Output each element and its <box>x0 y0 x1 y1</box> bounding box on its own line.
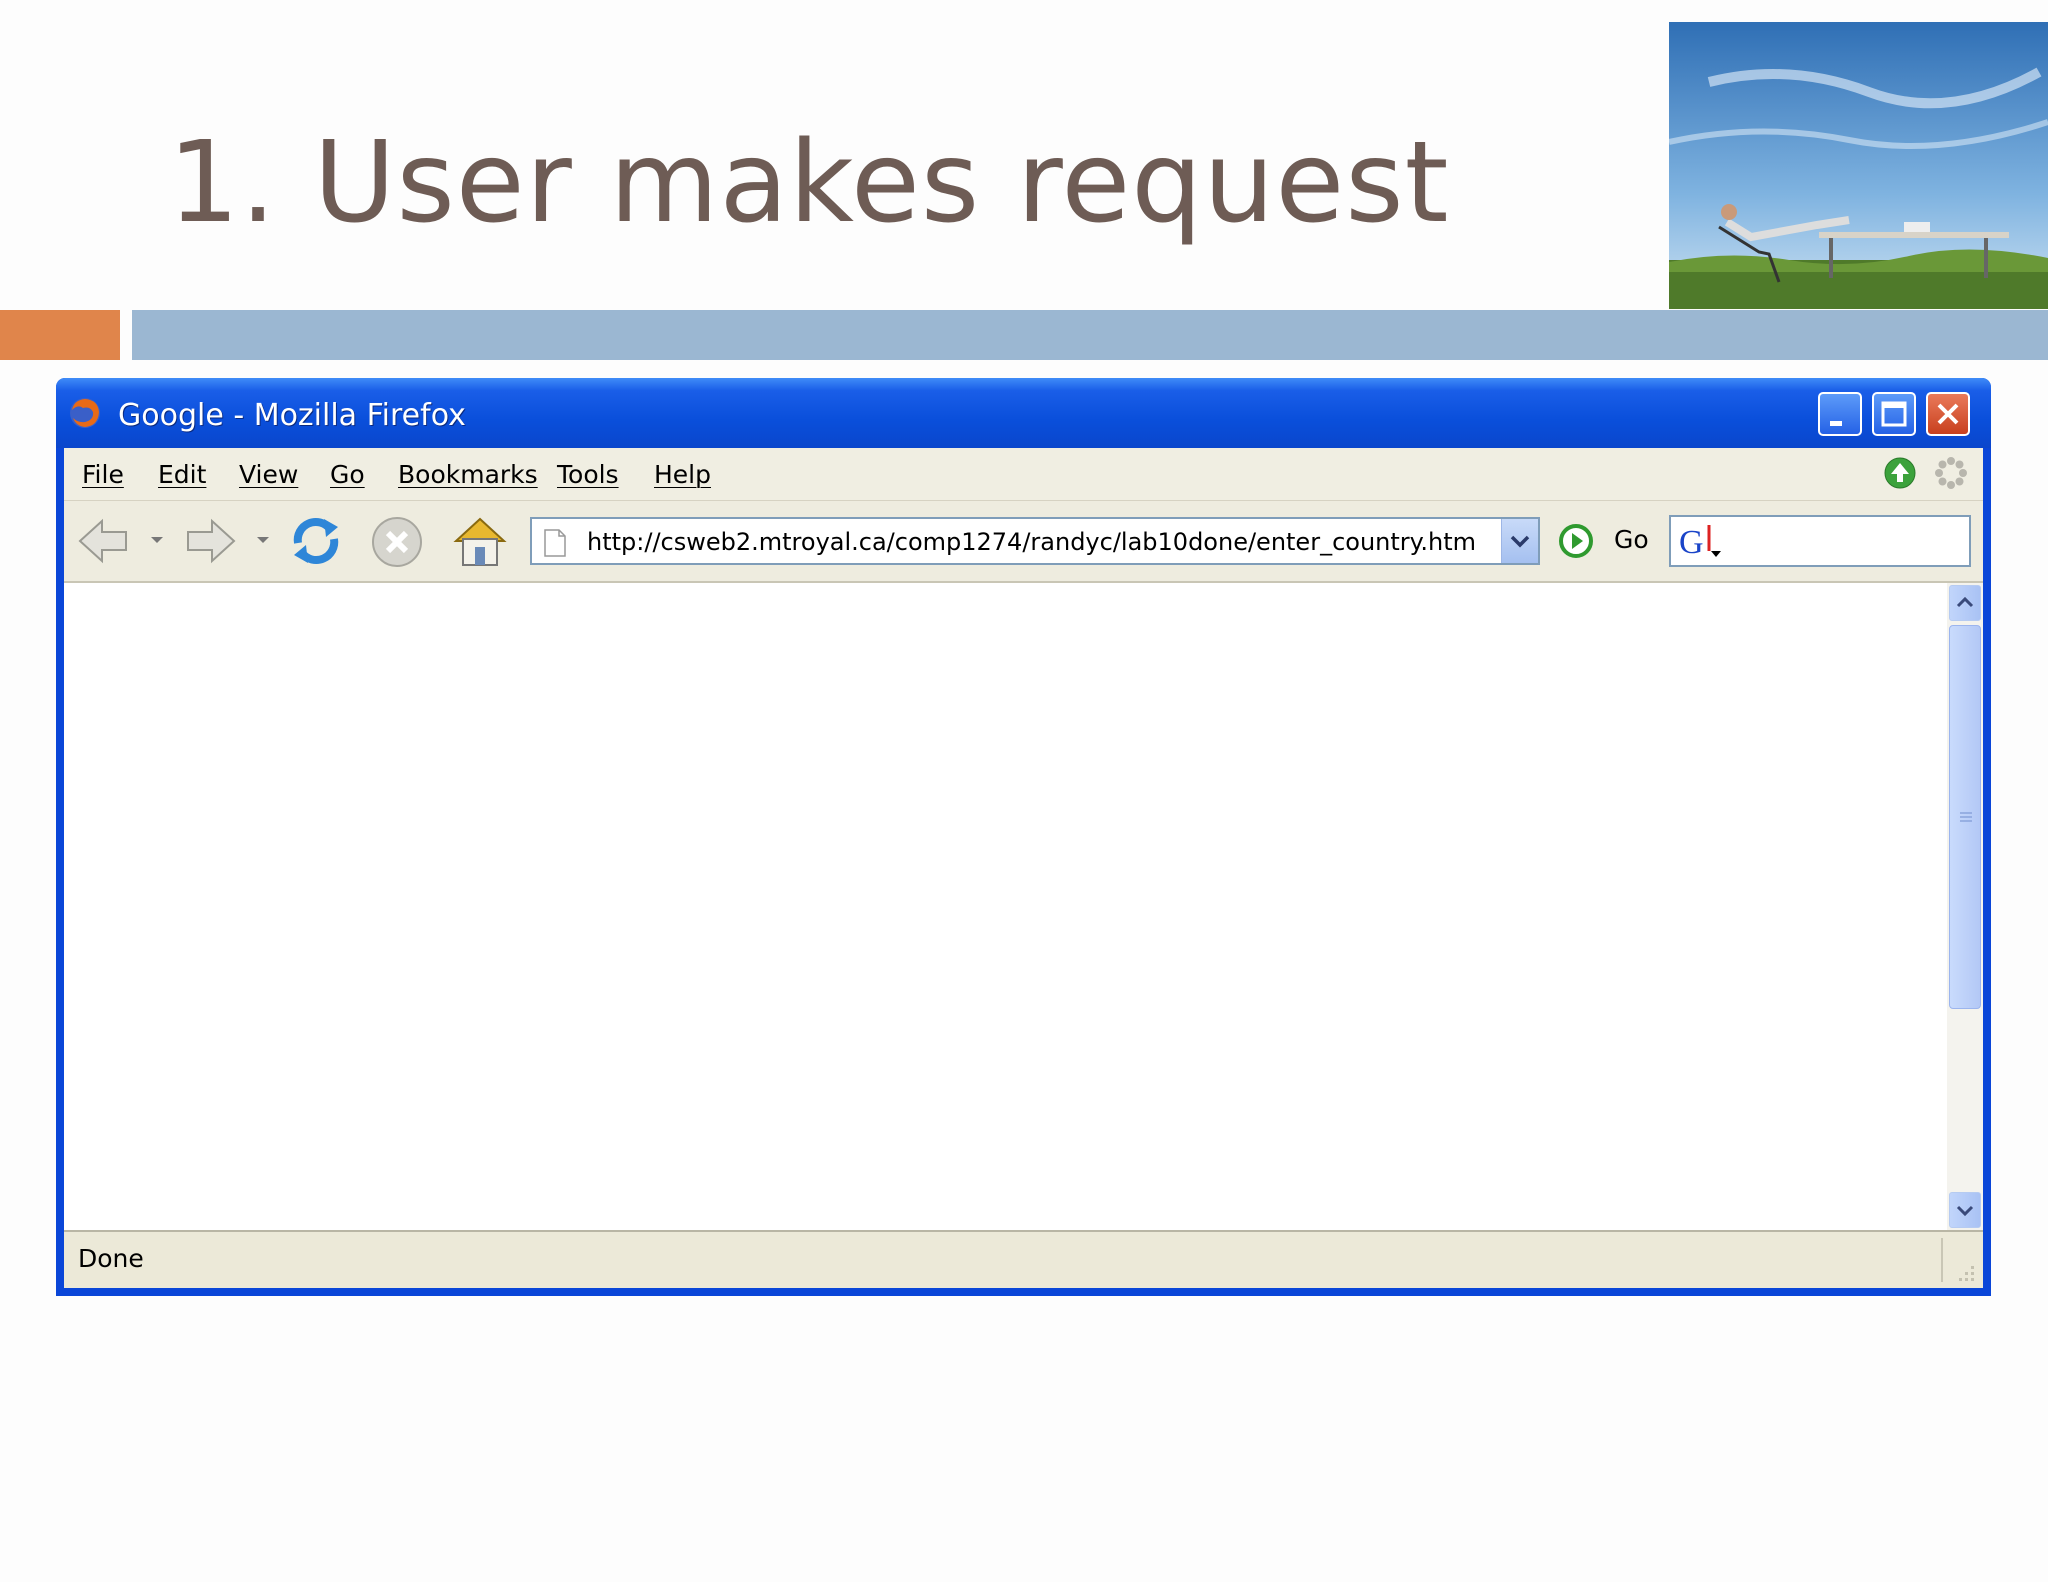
resize-grip-icon[interactable] <box>1953 1260 1977 1284</box>
grip-icon <box>1960 812 1972 822</box>
window-titlebar[interactable]: Google - Mozilla Firefox <box>56 378 1991 448</box>
svg-text:G: G <box>1679 524 1704 561</box>
window-title: Google - Mozilla Firefox <box>118 398 466 433</box>
forward-icon[interactable] <box>182 515 238 567</box>
address-bar[interactable]: http://csweb2.mtroyal.ca/comp1274/randyc… <box>530 517 1540 565</box>
throbber-icon <box>1935 457 1967 489</box>
chevron-up-icon <box>1956 596 1974 608</box>
menu-tools[interactable]: Tools <box>557 460 619 489</box>
scrollbar-thumb[interactable] <box>1949 625 1981 1009</box>
maximize-button[interactable] <box>1872 392 1916 436</box>
reload-icon[interactable] <box>288 513 344 569</box>
address-dropdown-button[interactable] <box>1501 519 1538 563</box>
home-icon[interactable] <box>450 511 510 571</box>
close-icon <box>1937 403 1959 425</box>
menu-file[interactable]: File <box>82 460 124 489</box>
accent-bar-blue <box>132 310 2048 360</box>
menu-bar: File Edit View Go Bookmarks Tools Help <box>64 448 1983 501</box>
status-bar: Done <box>64 1230 1983 1288</box>
menu-help[interactable]: Help <box>654 460 711 489</box>
scroll-up-button[interactable] <box>1949 585 1981 621</box>
header-photo <box>1669 22 2048 309</box>
browser-client: File Edit View Go Bookmarks Tools Help h… <box>64 448 1983 1288</box>
go-icon[interactable] <box>1558 523 1594 559</box>
page-content[interactable] <box>64 583 1983 1230</box>
stop-icon[interactable] <box>370 515 424 569</box>
vertical-scrollbar[interactable] <box>1947 583 1983 1230</box>
menu-bookmarks[interactable]: Bookmarks <box>398 460 538 489</box>
update-icon[interactable] <box>1883 456 1917 490</box>
scroll-down-button[interactable] <box>1949 1192 1981 1228</box>
forward-dropdown-icon[interactable] <box>256 535 270 545</box>
menu-view[interactable]: View <box>239 460 298 489</box>
status-separator <box>1941 1238 1943 1282</box>
google-search-icon[interactable]: G <box>1677 521 1729 561</box>
close-button[interactable] <box>1926 392 1970 436</box>
maximize-icon <box>1881 401 1907 427</box>
go-button-label[interactable]: Go <box>1614 525 1649 554</box>
accent-bar-orange <box>0 310 120 360</box>
firefox-icon <box>70 398 100 428</box>
chevron-down-icon <box>1956 1205 1974 1217</box>
minimize-icon <box>1830 421 1842 426</box>
page-icon <box>544 529 566 557</box>
navigation-toolbar: http://csweb2.mtroyal.ca/comp1274/randyc… <box>64 501 1983 583</box>
status-text: Done <box>78 1244 144 1273</box>
browser-window: Google - Mozilla Firefox File Edit View … <box>56 378 1991 1296</box>
back-icon[interactable] <box>76 515 132 567</box>
minimize-button[interactable] <box>1818 392 1862 436</box>
back-dropdown-icon[interactable] <box>150 535 164 545</box>
search-input[interactable]: G <box>1669 515 1971 567</box>
menu-go[interactable]: Go <box>330 460 365 489</box>
chevron-down-icon <box>1510 535 1530 548</box>
menu-edit[interactable]: Edit <box>158 460 206 489</box>
address-text: http://csweb2.mtroyal.ca/comp1274/randyc… <box>587 528 1477 556</box>
slide-title: 1. User makes request <box>168 118 1450 248</box>
